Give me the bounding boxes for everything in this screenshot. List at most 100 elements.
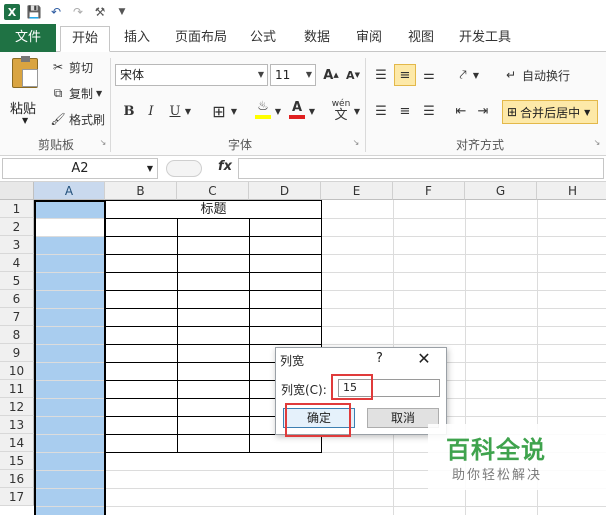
column-header-a[interactable]: A [34,182,105,200]
wrap-text-button[interactable]: ↵ 自动换行 [503,64,570,86]
merge-center-button[interactable]: ⊞ 合并后居中 ▼ [502,100,598,124]
row-header[interactable]: 9 [0,344,34,362]
row-header[interactable]: 5 [0,272,34,290]
grow-font-icon[interactable]: A ▲ [320,64,342,86]
font-color-dropdown-icon[interactable]: ▼ [306,100,318,122]
watermark: 百科全说 助你轻松解决 [428,424,606,490]
merged-title-cell[interactable]: 标题 [106,201,321,218]
decrease-indent-icon[interactable]: ⇤ [450,100,472,122]
row-header[interactable]: 6 [0,290,34,308]
cut-label: 剪切 [69,60,94,75]
formula-bar-splitter[interactable] [166,160,202,177]
tools-icon[interactable]: ⚒ [92,4,108,20]
name-box[interactable]: A2 ▼ [2,158,158,179]
column-header-g[interactable]: G [465,182,537,200]
column-header-d[interactable]: D [249,182,321,200]
border-dropdown-icon[interactable]: ▼ [228,100,240,122]
tab-file[interactable]: 文件 [0,24,56,52]
column-header-e[interactable]: E [321,182,393,200]
table-border [105,218,322,219]
align-right-icon[interactable]: ☰ [418,100,440,122]
row-header[interactable]: 14 [0,434,34,452]
alignment-launcher-icon[interactable]: ↘ [592,136,602,148]
underline-dropdown-icon[interactable]: ▼ [182,100,194,122]
column-header-b[interactable]: B [105,182,177,200]
column-width-label: 列宽(C): [281,383,327,397]
save-icon[interactable]: 💾 [26,4,42,20]
column-header-h[interactable]: H [537,182,606,200]
fill-color-icon[interactable]: ♨ [252,98,274,120]
row-header[interactable]: 15 [0,452,34,470]
close-icon[interactable]: ✕ [414,349,434,368]
row-header[interactable]: 16 [0,470,34,488]
formula-input[interactable] [238,158,604,179]
font-name-select[interactable]: 宋体 ▼ [115,64,268,86]
copy-dropdown-icon: ▼ [96,88,103,98]
merge-label: 合并后居中 [520,105,581,120]
table-border [105,236,322,237]
tab-home[interactable]: 开始 [60,26,110,52]
row-header[interactable]: 1 [0,200,34,218]
row-header[interactable]: 4 [0,254,34,272]
scissors-icon: ✂ [52,60,64,74]
row-header[interactable]: 3 [0,236,34,254]
paste-label: 粘贴 [10,102,37,117]
tab-view[interactable]: 视图 [398,26,444,52]
row-header[interactable]: 8 [0,326,34,344]
format-painter-button[interactable]: 🖌 格式刷 [50,108,105,130]
select-all-corner[interactable] [0,182,34,200]
customize-toolbar-icon[interactable]: ▼ [114,4,130,20]
copy-button[interactable]: ⧉ 复制 ▼ [50,82,102,104]
ribbon-tabs: 文件 开始 插入 页面布局 公式 数据 审阅 视图 开发工具 [0,24,606,52]
phonetic-dropdown-icon[interactable]: ▼ [352,100,362,122]
undo-icon[interactable]: ↶ [48,4,64,20]
increase-indent-icon[interactable]: ⇥ [472,100,494,122]
wrap-text-label: 自动换行 [522,68,571,83]
insert-function-button[interactable]: fx [218,159,232,174]
clipboard-group-label: 剪贴板 [37,138,74,152]
fill-color-dropdown-icon[interactable]: ▼ [272,100,284,122]
divider [365,58,366,152]
phonetic-guide-char: 文 [334,108,348,123]
watermark-subtitle: 助你轻松解决 [452,468,543,483]
row-header[interactable]: 10 [0,362,34,380]
shrink-font-icon[interactable]: A ▼ [342,64,364,86]
row-header[interactable]: 12 [0,398,34,416]
font-launcher-icon[interactable]: ↘ [351,136,361,148]
font-size-select[interactable]: 11 ▼ [270,64,316,86]
font-name-value: 宋体 [120,68,145,82]
font-color-icon[interactable]: A [286,98,308,120]
italic-button[interactable]: I [140,100,162,122]
row-header[interactable]: 11 [0,380,34,398]
cut-button[interactable]: ✂ 剪切 [50,56,93,78]
phonetic-guide-icon[interactable]: wén 文 [328,96,354,124]
align-middle-icon[interactable]: ≡ [394,64,416,86]
selection-outline [34,200,106,515]
row-header[interactable]: 17 [0,488,34,506]
help-icon[interactable]: ? [376,351,383,366]
border-icon[interactable]: ⊞ [208,100,230,122]
orientation-dropdown-icon[interactable]: ▼ [470,64,482,86]
tab-page-layout[interactable]: 页面布局 [168,26,234,52]
table-border [105,452,322,453]
redo-icon[interactable]: ↷ [70,4,86,20]
row-header[interactable]: 2 [0,218,34,236]
row-header[interactable]: 13 [0,416,34,434]
bold-button[interactable]: B [118,100,140,122]
paste-button[interactable]: 粘贴 ▼ [8,56,44,128]
row-header[interactable]: 7 [0,308,34,326]
tab-insert[interactable]: 插入 [114,26,160,52]
clipboard-launcher-icon[interactable]: ↘ [98,136,108,148]
align-left-icon[interactable]: ☰ [370,100,392,122]
align-bottom-icon[interactable]: ⚌ [418,64,440,86]
column-header-f[interactable]: F [393,182,465,200]
tab-review[interactable]: 审阅 [346,26,392,52]
tab-formulas[interactable]: 公式 [240,26,286,52]
copy-label: 复制 [69,86,94,101]
column-header-c[interactable]: C [177,182,249,200]
align-top-icon[interactable]: ☰ [370,64,392,86]
table-border [105,254,322,255]
tab-data[interactable]: 数据 [294,26,340,52]
align-center-icon[interactable]: ≡ [394,100,416,122]
tab-developer[interactable]: 开发工具 [452,26,518,52]
